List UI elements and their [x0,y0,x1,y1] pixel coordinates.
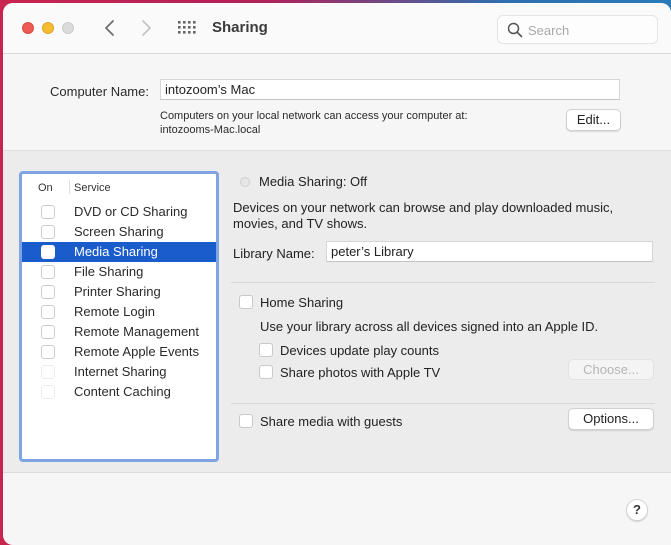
update-play-counts-checkbox[interactable] [259,343,273,357]
media-sharing-detail: Media Sharing: Off Devices on your netwo… [231,151,671,472]
service-name: Internet Sharing [74,364,167,379]
service-checkbox[interactable] [41,245,55,259]
service-row[interactable]: Remote Login [22,302,216,322]
status-indicator-icon [240,177,250,187]
search-icon [507,22,523,38]
media-sharing-description: Devices on your network can browse and p… [233,200,614,231]
service-row[interactable]: Remote Management [22,322,216,342]
service-checkbox[interactable] [41,205,55,219]
show-all-button[interactable] [178,21,196,35]
header-service: Service [74,182,111,194]
service-row[interactable]: DVD or CD Sharing [22,202,216,222]
computer-address-help: Computers on your local network can acce… [160,109,468,137]
help-button[interactable]: ? [626,499,648,521]
status-text: Media Sharing: Off [259,174,368,189]
chevron-right-icon [142,20,151,36]
service-name: Remote Apple Events [74,344,200,359]
divider [231,403,655,404]
service-name: Media Sharing [74,244,158,259]
header-on: On [38,182,53,194]
divider [231,282,655,283]
update-play-counts-label: Devices update play counts [280,343,439,358]
service-checkbox[interactable] [41,305,55,319]
share-guests-checkbox[interactable] [239,414,253,428]
title-bar: Sharing [3,3,671,54]
local-hostname: intozooms-Mac.local [160,124,261,136]
main-section: On Service DVD or CD Sharing Screen Shari… [3,150,671,473]
service-row[interactable]: Remote Apple Events [22,342,216,362]
service-checkbox [41,385,55,399]
back-button[interactable] [100,17,120,39]
computer-name-input[interactable] [160,79,620,100]
service-row[interactable]: Screen Sharing [22,222,216,242]
service-name: Remote Login [74,304,155,319]
options-button[interactable]: Options... [568,408,654,430]
computer-name-label: Computer Name: [50,84,149,99]
forward-button[interactable] [136,17,156,39]
zoom-button[interactable] [62,22,74,34]
window-title: Sharing [212,19,268,36]
service-row[interactable]: File Sharing [22,262,216,282]
help-line-1: Computers on your local network can acce… [160,110,468,122]
grid-icon [178,21,196,34]
home-sharing-checkbox[interactable] [239,295,253,309]
edit-button[interactable]: Edit... [566,109,621,131]
service-name: Remote Management [74,324,200,339]
service-list-header: On Service [22,174,216,200]
close-button[interactable] [22,22,34,34]
service-rows: DVD or CD Sharing Screen Sharing Media Sha… [22,202,216,402]
service-name: Printer Sharing [74,284,161,299]
share-guests-label: Share media with guests [260,414,403,429]
service-row[interactable]: Internet Sharing [22,362,216,382]
service-checkbox[interactable] [41,325,55,339]
service-name: Content Caching [74,384,171,399]
share-photos-label: Share photos with Apple TV [280,365,441,380]
choose-button[interactable]: Choose... [568,359,654,380]
service-list[interactable]: On Service DVD or CD Sharing Screen Shari… [19,171,219,462]
computer-name-section: Computer Name: Computers on your local n… [3,55,671,150]
search-field[interactable] [497,15,658,44]
service-checkbox[interactable] [41,285,55,299]
service-name: DVD or CD Sharing [74,204,188,219]
service-row[interactable]: Printer Sharing [22,282,216,302]
service-name: Screen Sharing [74,224,164,239]
home-sharing-label: Home Sharing [260,295,344,310]
chevron-left-icon [105,20,114,36]
library-name-input[interactable] [326,241,653,262]
service-checkbox[interactable] [41,265,55,279]
service-checkbox [41,365,55,379]
service-checkbox[interactable] [41,345,55,359]
share-photos-checkbox[interactable] [259,365,273,379]
library-name-label: Library Name: [233,246,315,261]
header-divider [69,180,70,194]
service-row[interactable]: Content Caching [22,382,216,402]
minimize-button[interactable] [42,22,54,34]
sharing-window: Sharing Computer Name: Computers on your… [3,3,671,545]
service-row[interactable]: Media Sharing [22,242,216,262]
search-input[interactable] [528,21,648,39]
home-sharing-description: Use your library across all devices sign… [260,319,599,334]
service-name: File Sharing [74,264,144,279]
service-checkbox[interactable] [41,225,55,239]
